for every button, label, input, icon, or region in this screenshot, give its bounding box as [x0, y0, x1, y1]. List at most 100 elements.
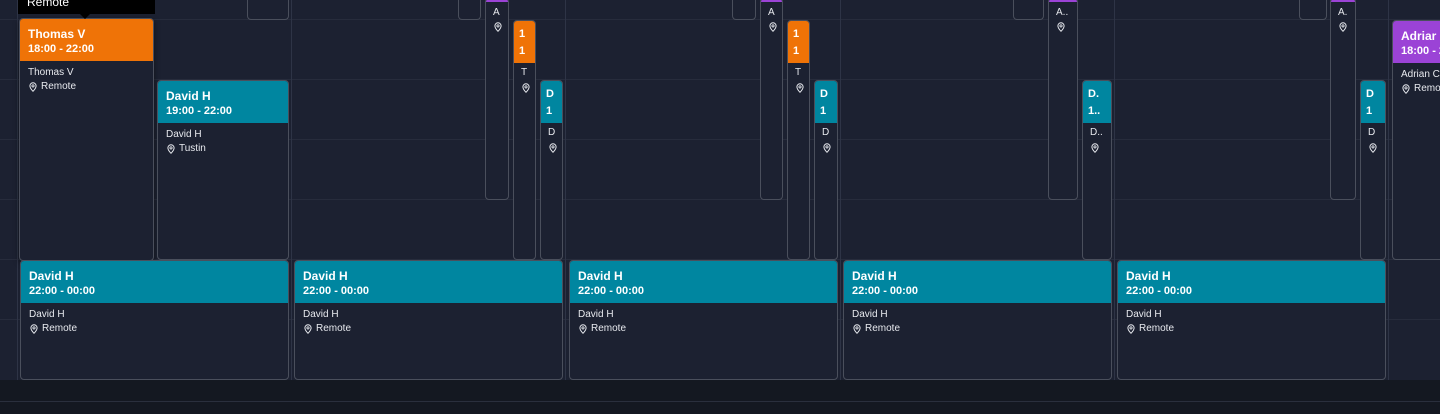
location-pin-icon — [1091, 143, 1099, 153]
event-person: Adrian C — [1401, 69, 1440, 80]
event-details: David H Remote — [570, 303, 837, 336]
event-title: David H — [1126, 269, 1171, 283]
footer-bar — [0, 380, 1440, 414]
event-continuation[interactable] — [732, 0, 756, 20]
event-title: D — [1366, 88, 1374, 100]
day-divider — [840, 0, 841, 380]
event-time: 22:00 - 00:00 — [303, 285, 370, 297]
event-title: D. — [1088, 88, 1099, 100]
event-person: David H — [303, 309, 339, 320]
event-card-truncated-purple[interactable]: A — [760, 0, 783, 200]
location-text: Remo — [1414, 83, 1440, 94]
day-divider — [1388, 0, 1389, 380]
event-card-david-h-tustin[interactable]: David H 19:00 - 22:00 David H Tustin — [157, 80, 289, 260]
event-title: 1 — [793, 28, 800, 40]
location-pin-icon — [30, 324, 38, 334]
event-person: D.. — [1090, 127, 1103, 138]
location-pin-icon — [1402, 84, 1410, 94]
event-person: D — [1368, 127, 1376, 138]
event-color-strip — [1331, 0, 1355, 2]
location-pin-icon — [522, 83, 530, 93]
event-person: David H — [852, 309, 888, 320]
event-card-david-h-late[interactable]: David H 22:00 - 00:00 David H Remote — [569, 260, 838, 380]
day-divider — [291, 0, 292, 380]
location-pin-icon — [29, 82, 37, 92]
event-card-truncated-teal[interactable]: D 1 D — [1360, 80, 1386, 260]
event-time: 1 — [820, 105, 827, 117]
event-details: David H Tustin — [158, 123, 288, 156]
event-header: David H 22:00 - 00:00 — [295, 261, 562, 303]
event-card-truncated-orange[interactable]: 1 1 T — [513, 20, 536, 260]
location-text: Remote — [1139, 323, 1175, 334]
event-time: 1 — [793, 45, 800, 57]
event-details: David H Remote — [844, 303, 1111, 336]
day-divider — [1114, 0, 1115, 380]
event-person: T — [795, 67, 802, 78]
event-continuation[interactable] — [1013, 0, 1044, 20]
tooltip-arrow — [80, 14, 90, 19]
event-header: 1 1 — [514, 21, 535, 63]
event-header: D 1 — [815, 81, 837, 123]
event-card-david-h-late[interactable]: David H 22:00 - 00:00 David H Remote — [20, 260, 289, 380]
event-details: David H Remote — [295, 303, 562, 336]
event-card-david-h-late[interactable]: David H 22:00 - 00:00 David H Remote — [1117, 260, 1386, 380]
location-text: Remote — [865, 323, 901, 334]
event-location: Tustin — [166, 142, 288, 156]
event-card-truncated-orange[interactable]: 1 1 T — [787, 20, 810, 260]
event-card-david-h-late[interactable]: David H 22:00 - 00:00 David H Remote — [843, 260, 1112, 380]
day-divider — [565, 0, 566, 380]
event-card-truncated-purple[interactable]: A — [485, 0, 509, 200]
event-person: D — [548, 127, 556, 138]
event-continuation[interactable] — [458, 0, 481, 20]
event-card-adrian[interactable]: Adriar 18:00 - 2 Adrian C Remo — [1392, 20, 1440, 260]
event-card-truncated-teal[interactable]: D 1 D — [540, 80, 563, 260]
event-header: Thomas V 18:00 - 22:00 — [20, 19, 153, 61]
event-header: 1 1 — [788, 21, 809, 63]
event-card-truncated-purple[interactable]: A.. — [1048, 0, 1078, 200]
location-pin-icon — [304, 324, 312, 334]
location-text: Remote — [316, 323, 352, 334]
location-pin-icon — [167, 144, 175, 154]
event-title: D — [546, 88, 554, 100]
event-header: David H 22:00 - 00:00 — [21, 261, 288, 303]
event-continuation[interactable] — [247, 0, 289, 20]
event-time: 22:00 - 00:00 — [578, 285, 645, 297]
event-time: 1 — [546, 105, 553, 117]
event-location: Remote — [852, 322, 1111, 336]
event-time: 22:00 - 00:00 — [29, 285, 96, 297]
location-pin-icon — [549, 143, 557, 153]
event-time: 22:00 - 00:00 — [1126, 285, 1193, 297]
event-continuation[interactable] — [1299, 0, 1327, 20]
event-header: D 1 — [1361, 81, 1385, 123]
event-header: David H 22:00 - 00:00 — [570, 261, 837, 303]
event-card-truncated-purple[interactable]: A. — [1330, 0, 1356, 200]
event-title: David H — [29, 269, 74, 283]
event-location: Remote — [578, 322, 837, 336]
calendar-week-view: Thomas V 18:00 - 22:00 Thomas V Remote D… — [0, 0, 1440, 414]
event-details: Adrian C Remo — [1393, 63, 1440, 96]
event-card-david-h-late[interactable]: David H 22:00 - 00:00 David H Remote — [294, 260, 563, 380]
location-text: Remote — [591, 323, 627, 334]
event-title: David H — [578, 269, 623, 283]
location-text: Remote — [41, 81, 77, 92]
event-person: David H — [1126, 309, 1162, 320]
location-pin-icon — [579, 324, 587, 334]
event-person: Thomas V — [28, 67, 74, 78]
event-card-thomas-v[interactable]: Thomas V 18:00 - 22:00 Thomas V Remote — [19, 18, 154, 261]
location-pin-icon — [1339, 22, 1347, 32]
event-person: David H — [166, 129, 202, 140]
event-header: D 1 — [541, 81, 562, 123]
event-card-truncated-teal[interactable]: D. 1.. D.. — [1082, 80, 1112, 260]
event-person: D — [822, 127, 830, 138]
event-title: A — [768, 7, 775, 18]
event-location: Remote — [303, 322, 562, 336]
event-title: D — [820, 88, 828, 100]
event-card-truncated-teal[interactable]: D 1 D — [814, 80, 838, 260]
event-time: 1.. — [1088, 105, 1101, 117]
event-title: David H — [852, 269, 897, 283]
event-time: 19:00 - 22:00 — [166, 105, 233, 117]
event-color-strip — [1049, 0, 1077, 2]
event-details: Thomas V Remote — [20, 61, 153, 94]
location-pin-icon — [494, 22, 502, 32]
event-header: D. 1.. — [1083, 81, 1111, 123]
